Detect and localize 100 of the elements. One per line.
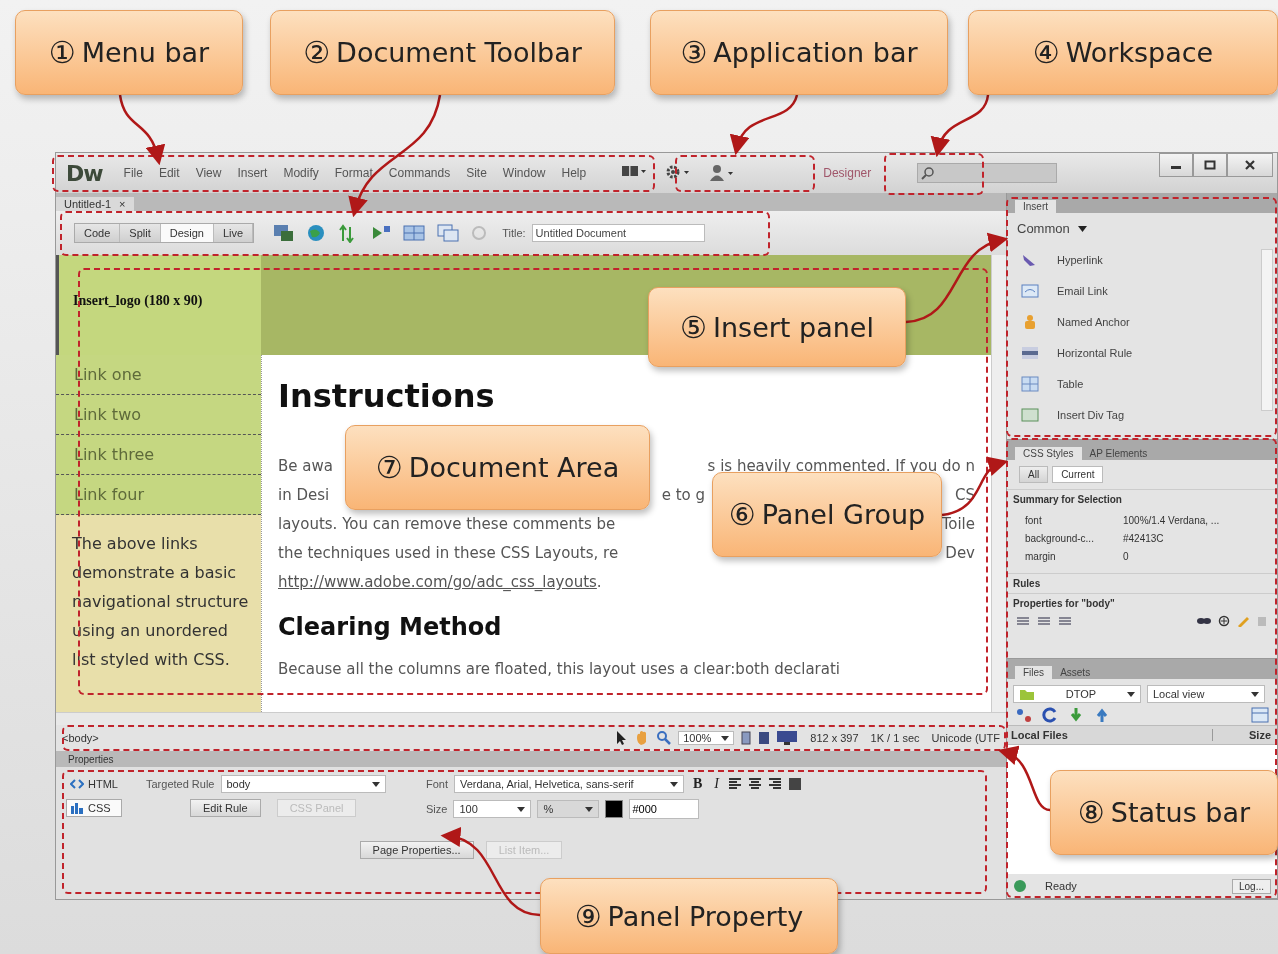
view-dropdown[interactable]: Local view xyxy=(1147,685,1265,703)
caret-icon xyxy=(721,735,730,741)
zoom-dropdown[interactable]: 100% xyxy=(678,731,735,745)
pointer-icon[interactable] xyxy=(614,730,629,746)
unit-dropdown[interactable]: % xyxy=(537,800,600,818)
menu-item[interactable]: Edit xyxy=(151,164,187,182)
log-button[interactable]: Log... xyxy=(1231,878,1271,894)
menu-item[interactable]: Window xyxy=(495,164,553,182)
document-tab[interactable]: Untitled-1 × xyxy=(56,197,134,211)
scrollbar[interactable] xyxy=(56,712,1006,725)
scrollbar[interactable] xyxy=(991,255,1006,712)
callout-label: ⑧ Status bar xyxy=(1050,770,1278,855)
callout-label: ⑨ Panel Property xyxy=(540,878,838,954)
view-tab[interactable]: Live xyxy=(213,224,254,242)
connect-icon[interactable] xyxy=(1015,707,1033,723)
add-icon[interactable] xyxy=(1217,615,1231,627)
paragraph-text: e to g xyxy=(661,485,705,506)
insert-item[interactable]: Horizontal Rule xyxy=(1015,337,1253,368)
close-button[interactable] xyxy=(1227,153,1273,177)
insert-item[interactable]: Table xyxy=(1015,368,1253,399)
title-field[interactable]: Untitled Document xyxy=(531,224,705,242)
code-icon xyxy=(70,779,84,789)
panel-tab[interactable]: Files xyxy=(1015,666,1053,679)
menu-item[interactable]: File xyxy=(116,164,150,182)
page-heading: Instructions xyxy=(278,377,496,415)
tag-selector[interactable]: <body> xyxy=(62,732,99,744)
nav-link[interactable]: Link one xyxy=(56,355,261,395)
panel-tab[interactable]: AP Elements xyxy=(1081,447,1156,460)
search-icon xyxy=(921,166,936,180)
close-icon xyxy=(1244,159,1256,171)
paragraph-text: Dev xyxy=(945,543,975,564)
menu-item[interactable]: Modify xyxy=(276,164,326,182)
monitor-icon[interactable] xyxy=(776,730,799,746)
panel-tab[interactable]: Insert xyxy=(1015,200,1056,213)
mode-button[interactable]: Current xyxy=(1052,466,1104,483)
callout-arrow xyxy=(941,458,1008,517)
paragraph-text: Be awa xyxy=(278,456,333,477)
tablet-icon[interactable] xyxy=(758,731,771,745)
view-tab[interactable]: Split xyxy=(120,224,161,242)
menu-item[interactable]: Format xyxy=(327,164,380,182)
view-tab[interactable]: Design xyxy=(160,224,214,242)
field-label: Size xyxy=(426,803,448,815)
callout-arrow xyxy=(932,94,990,158)
mode-button[interactable]: HTML xyxy=(66,775,122,793)
menu-item[interactable]: Commands xyxy=(381,164,458,182)
phone-icon[interactable] xyxy=(740,731,753,745)
menu-item[interactable]: Insert xyxy=(230,164,275,182)
placeholder-label: Insert_logo (180 x 90) xyxy=(73,293,203,308)
panel-button[interactable]: Page Properties... xyxy=(359,841,474,859)
menu-item[interactable]: Help xyxy=(554,164,594,182)
insert-item[interactable]: Named Anchor xyxy=(1015,306,1253,337)
scrollbar[interactable] xyxy=(1261,249,1273,411)
menu-item[interactable]: Site xyxy=(459,164,494,182)
property-value: 0 xyxy=(1123,550,1129,562)
user-icon[interactable] xyxy=(709,164,736,182)
size-dropdown[interactable]: 100 xyxy=(453,800,532,818)
column-header[interactable]: Local Files xyxy=(1007,729,1212,741)
panel-button[interactable]: Edit Rule xyxy=(190,799,261,817)
view-tab[interactable]: Code xyxy=(75,224,121,242)
panel-tab[interactable]: CSS Styles xyxy=(1015,447,1082,460)
insert-item[interactable]: Insert Div Tag xyxy=(1015,399,1253,430)
maximize-button[interactable] xyxy=(1193,153,1227,177)
insert-item[interactable]: Email Link xyxy=(1015,275,1253,306)
color-field[interactable]: #000 xyxy=(629,799,700,819)
field-label: Font xyxy=(426,778,448,790)
format-button[interactable]: B xyxy=(690,776,706,792)
nav-link[interactable]: Link two xyxy=(56,395,261,435)
nav-link[interactable]: Link three xyxy=(56,435,261,475)
workspace-switcher[interactable]: Designer xyxy=(817,165,878,181)
table-icon xyxy=(1021,375,1039,392)
status-icon xyxy=(1013,879,1027,893)
callout-label: ⑥ Panel Group xyxy=(712,472,942,557)
caret-icon xyxy=(670,781,678,787)
section-heading: Clearing Method xyxy=(278,613,503,641)
insert-item[interactable]: Hyperlink xyxy=(1015,244,1253,275)
column-header[interactable]: Size xyxy=(1212,729,1277,741)
list-icon[interactable] xyxy=(1015,615,1031,627)
minimize-button[interactable] xyxy=(1159,153,1193,177)
expand-icon[interactable] xyxy=(1251,707,1269,723)
format-button[interactable]: I xyxy=(711,776,723,792)
mode-button[interactable]: All xyxy=(1019,466,1049,483)
maximize-icon xyxy=(1204,160,1216,170)
chain-icon[interactable] xyxy=(1196,615,1212,627)
font-dropdown[interactable]: Verdana, Arial, Helvetica, sans-serif xyxy=(454,775,684,793)
rule-dropdown[interactable]: body xyxy=(220,775,386,793)
panel-tab[interactable]: Assets xyxy=(1052,666,1099,679)
caret-icon xyxy=(1251,691,1259,697)
nav-link[interactable]: Link four xyxy=(56,475,261,515)
search-field[interactable] xyxy=(917,163,1058,183)
download-time: 1K / 1 sec xyxy=(870,732,920,744)
page-link[interactable]: http://www.adobe.com/go/adc_css_layouts xyxy=(278,568,597,597)
zoom-icon[interactable] xyxy=(656,730,673,746)
mode-button[interactable]: CSS xyxy=(66,799,122,817)
callout-label: ⑦ Document Area xyxy=(345,425,650,510)
color-swatch[interactable] xyxy=(605,800,624,818)
window-size[interactable]: 812 x 397 xyxy=(810,732,859,744)
category-dropdown[interactable]: Common xyxy=(1007,213,1277,244)
menu-item[interactable]: View xyxy=(188,164,229,182)
section-title: Rules xyxy=(1007,573,1277,593)
site-dropdown[interactable]: DTOP xyxy=(1013,685,1141,703)
